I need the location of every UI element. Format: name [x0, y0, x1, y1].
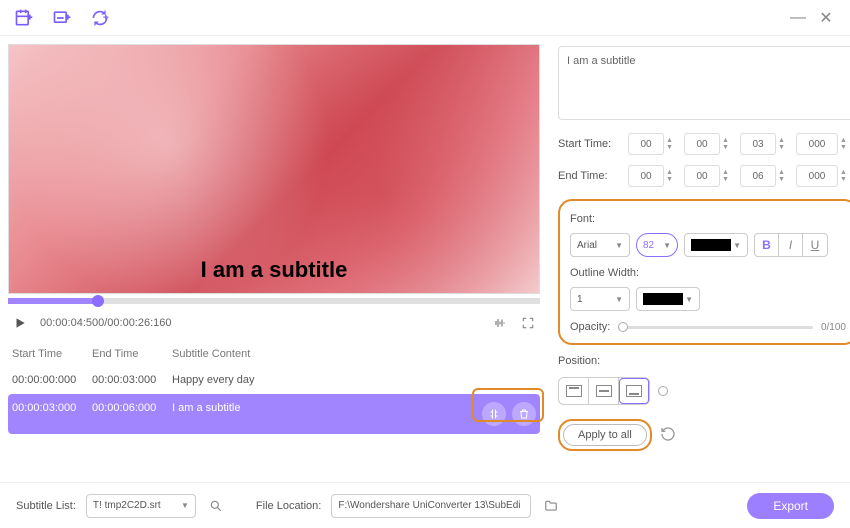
font-size-dropdown[interactable]: 82▼ — [636, 233, 678, 257]
outline-label: Outline Width: — [570, 267, 846, 279]
start-m[interactable]: 00 — [684, 133, 720, 155]
top-toolbar: — ✕ — [0, 0, 850, 36]
subtitle-list-label: Subtitle List: — [16, 500, 76, 512]
spinner[interactable]: ▲▼ — [666, 137, 676, 151]
position-bottom-button[interactable] — [619, 378, 649, 404]
underline-button[interactable]: U — [803, 234, 827, 256]
spinner[interactable]: ▲▼ — [722, 169, 732, 183]
add-video-button[interactable] — [10, 4, 38, 32]
close-button[interactable]: ✕ — [812, 4, 840, 32]
font-label: Font: — [570, 213, 846, 225]
opacity-label: Opacity: — [570, 321, 610, 333]
end-s[interactable]: 06 — [740, 165, 776, 187]
col-content: Subtitle Content — [172, 348, 536, 360]
spinner[interactable]: ▲▼ — [778, 169, 788, 183]
browse-folder-button[interactable] — [541, 496, 561, 516]
position-top-button[interactable] — [559, 378, 589, 404]
search-subtitle-button[interactable] — [206, 496, 226, 516]
play-button[interactable] — [8, 311, 32, 335]
position-middle-button[interactable] — [589, 378, 619, 404]
callout-font-settings: Font: Arial▼ 82▼ ▼ B I U Outline Width: … — [558, 199, 850, 345]
outline-width-dropdown[interactable]: 1▼ — [570, 287, 630, 311]
table-row[interactable]: 00:00:03:000 00:00:06:000 I am a subtitl… — [8, 394, 540, 434]
end-m[interactable]: 00 — [684, 165, 720, 187]
timecode-display: 00:00:04:500/00:00:26:160 — [40, 317, 172, 329]
spinner[interactable]: ▲▼ — [722, 137, 732, 151]
video-preview: I am a subtitle — [8, 44, 540, 294]
timeline-slider[interactable] — [8, 298, 540, 304]
outline-color-dropdown[interactable]: ▼ — [636, 287, 700, 311]
minimize-button[interactable]: — — [784, 4, 812, 32]
spinner[interactable]: ▲▼ — [840, 137, 850, 151]
font-family-dropdown[interactable]: Arial▼ — [570, 233, 630, 257]
waveform-button[interactable] — [488, 311, 512, 335]
add-subtitle-button[interactable] — [48, 4, 76, 32]
spinner[interactable]: ▲▼ — [778, 137, 788, 151]
table-row[interactable]: 00:00:00:000 00:00:03:000 Happy every da… — [8, 366, 540, 394]
bold-button[interactable]: B — [755, 234, 779, 256]
italic-button[interactable]: I — [779, 234, 803, 256]
position-custom-radio[interactable] — [658, 386, 668, 396]
col-end: End Time — [92, 348, 172, 360]
file-location-label: File Location: — [256, 500, 321, 512]
opacity-value: 0/100 — [821, 322, 846, 333]
start-h[interactable]: 00 — [628, 133, 664, 155]
position-label: Position: — [558, 355, 850, 367]
start-ms[interactable]: 000 — [796, 133, 838, 155]
end-time-label: End Time: — [558, 170, 628, 182]
file-location-input[interactable] — [331, 494, 531, 518]
subtitle-text-input[interactable] — [558, 46, 850, 120]
reset-button[interactable] — [660, 426, 676, 445]
opacity-slider[interactable] — [618, 326, 813, 329]
split-subtitle-button[interactable] — [482, 402, 506, 426]
end-ms[interactable]: 000 — [796, 165, 838, 187]
start-s[interactable]: 03 — [740, 133, 776, 155]
auto-sync-button[interactable] — [86, 4, 114, 32]
spinner[interactable]: ▲▼ — [840, 169, 850, 183]
spinner[interactable]: ▲▼ — [666, 169, 676, 183]
subtitle-file-dropdown[interactable]: T! tmp2C2D.srt▼ — [86, 494, 196, 518]
delete-subtitle-button[interactable] — [512, 402, 536, 426]
font-color-dropdown[interactable]: ▼ — [684, 233, 748, 257]
end-h[interactable]: 00 — [628, 165, 664, 187]
subtitle-overlay: I am a subtitle — [201, 257, 348, 283]
callout-apply-all: Apply to all — [558, 419, 652, 451]
start-time-label: Start Time: — [558, 138, 628, 150]
col-start: Start Time — [12, 348, 92, 360]
fullscreen-button[interactable] — [516, 311, 540, 335]
export-button[interactable]: Export — [747, 493, 834, 519]
apply-to-all-button[interactable]: Apply to all — [563, 424, 647, 446]
subtitle-table: Start Time End Time Subtitle Content 00:… — [8, 342, 540, 434]
